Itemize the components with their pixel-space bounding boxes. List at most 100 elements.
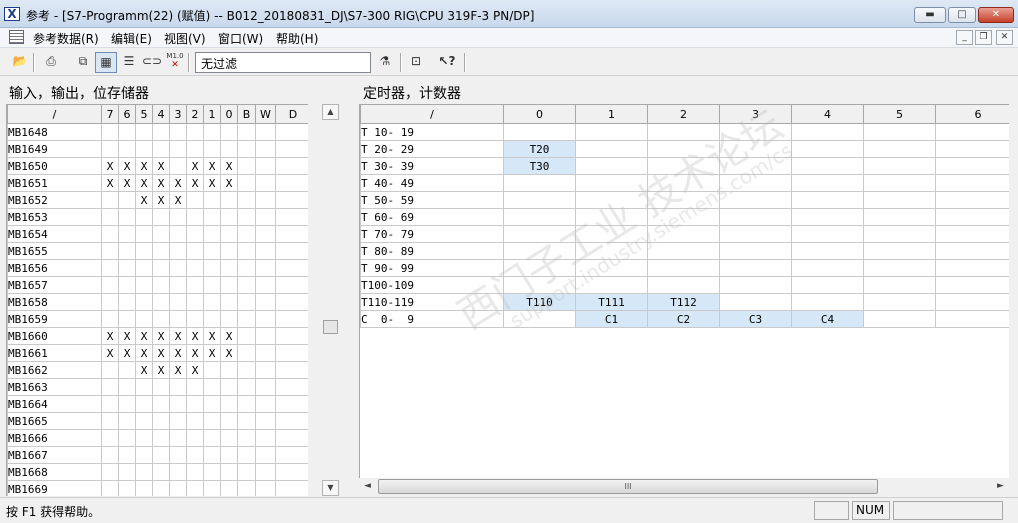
address-cell[interactable] (575, 225, 648, 243)
bit-cell[interactable]: X (169, 174, 187, 192)
table-row[interactable]: T 60- 69 (360, 208, 1009, 226)
table-row[interactable]: T 70- 79 (360, 225, 1009, 243)
bit-cell[interactable] (101, 293, 119, 311)
bit-cell[interactable] (186, 480, 204, 496)
bit-cell[interactable] (118, 310, 136, 328)
address-cell[interactable] (719, 293, 792, 311)
bit-cell[interactable] (275, 191, 308, 209)
address-cell[interactable] (863, 225, 936, 243)
bit-cell[interactable] (118, 378, 136, 396)
bit-cell[interactable] (101, 412, 119, 430)
address-cell[interactable] (647, 242, 720, 260)
bit-cell[interactable] (186, 242, 204, 260)
menu-edit[interactable]: 编辑(E) (111, 30, 152, 47)
bit-cell[interactable]: X (118, 344, 136, 362)
menu-window[interactable]: 窗口(W) (218, 30, 263, 47)
table-row[interactable]: T 80- 89 (360, 242, 1009, 260)
bit-cell[interactable] (203, 293, 221, 311)
table-row[interactable]: MB1666 (7, 429, 308, 447)
bit-cell[interactable] (135, 140, 153, 158)
bit-cell[interactable] (101, 378, 119, 396)
table-row[interactable]: MB1654 (7, 225, 308, 243)
address-cell[interactable] (503, 242, 576, 260)
bit-cell[interactable] (237, 259, 256, 277)
table-row[interactable]: MB1651 X X X X X X X X (7, 174, 308, 192)
bit-cell[interactable] (255, 174, 276, 192)
bit-cell[interactable] (135, 293, 153, 311)
bit-cell[interactable] (169, 157, 187, 175)
table-row[interactable]: MB1663 (7, 378, 308, 396)
address-cell[interactable] (647, 123, 720, 141)
address-cell[interactable] (791, 174, 864, 192)
bit-cell[interactable]: X (169, 344, 187, 362)
bit-cell[interactable] (237, 276, 256, 294)
address-cell[interactable] (503, 259, 576, 277)
address-cell[interactable] (647, 174, 720, 192)
address-cell[interactable] (575, 208, 648, 226)
address-cell[interactable] (503, 123, 576, 141)
address-cell[interactable] (863, 157, 936, 175)
table-row[interactable]: MB1657 (7, 276, 308, 294)
bit-cell[interactable]: X (186, 174, 204, 192)
bit-cell[interactable] (275, 310, 308, 328)
bit-cell[interactable] (169, 208, 187, 226)
bit-cell[interactable] (220, 429, 238, 447)
print-icon[interactable]: ⎙ (40, 52, 62, 73)
bit-cell[interactable] (220, 242, 238, 260)
bit-cell[interactable] (169, 225, 187, 243)
scroll-thumb[interactable] (323, 320, 338, 334)
bit-cell[interactable] (101, 276, 119, 294)
used-address-cell[interactable]: C4 (791, 310, 864, 328)
scroll-left-arrow-icon[interactable]: ◄ (359, 478, 376, 495)
bit-cell[interactable]: X (220, 157, 238, 175)
address-cell[interactable] (935, 157, 1009, 175)
bit-cell[interactable] (135, 463, 153, 481)
menu-reference-data[interactable]: 参考数据(R) (33, 30, 99, 47)
bit-cell[interactable] (220, 208, 238, 226)
bit-cell[interactable] (135, 378, 153, 396)
bit-cell[interactable] (275, 242, 308, 260)
address-cell[interactable] (863, 276, 936, 294)
bit-cell[interactable] (237, 157, 256, 175)
bit-cell[interactable] (203, 395, 221, 413)
address-cell[interactable] (575, 174, 648, 192)
address-cell[interactable] (575, 191, 648, 209)
bit-cell[interactable] (135, 123, 153, 141)
address-cell[interactable] (935, 191, 1009, 209)
address-cell[interactable] (647, 157, 720, 175)
bit-cell[interactable] (186, 395, 204, 413)
bit-cell[interactable] (169, 310, 187, 328)
bit-cell[interactable] (220, 259, 238, 277)
bit-cell[interactable] (203, 361, 221, 379)
document-icon[interactable] (9, 30, 24, 44)
bit-cell[interactable] (118, 361, 136, 379)
bit-cell[interactable] (275, 446, 308, 464)
address-cell[interactable] (719, 157, 792, 175)
bit-cell[interactable] (203, 123, 221, 141)
bit-cell[interactable] (169, 395, 187, 413)
bit-cell[interactable] (255, 327, 276, 345)
address-cell[interactable] (935, 225, 1009, 243)
bit-cell[interactable] (237, 140, 256, 158)
address-cell[interactable] (719, 259, 792, 277)
used-address-cell[interactable]: C1 (575, 310, 648, 328)
table-row[interactable]: MB1658 (7, 293, 308, 311)
bit-cell[interactable] (135, 208, 153, 226)
bit-cell[interactable]: X (186, 157, 204, 175)
program-structure-icon[interactable]: ☰ (118, 52, 140, 73)
bit-cell[interactable] (255, 310, 276, 328)
table-row[interactable]: MB1659 (7, 310, 308, 328)
bit-cell[interactable] (255, 225, 276, 243)
bit-cell[interactable] (101, 429, 119, 447)
bit-cell[interactable]: X (135, 344, 153, 362)
bit-cell[interactable] (118, 123, 136, 141)
address-cell[interactable] (719, 140, 792, 158)
address-cell[interactable] (791, 259, 864, 277)
bit-cell[interactable] (275, 276, 308, 294)
bit-cell[interactable] (169, 378, 187, 396)
address-cell[interactable] (791, 225, 864, 243)
bit-cell[interactable] (135, 480, 153, 496)
address-cell[interactable] (503, 276, 576, 294)
table-row[interactable]: MB1669 (7, 480, 308, 496)
address-cell[interactable] (863, 293, 936, 311)
